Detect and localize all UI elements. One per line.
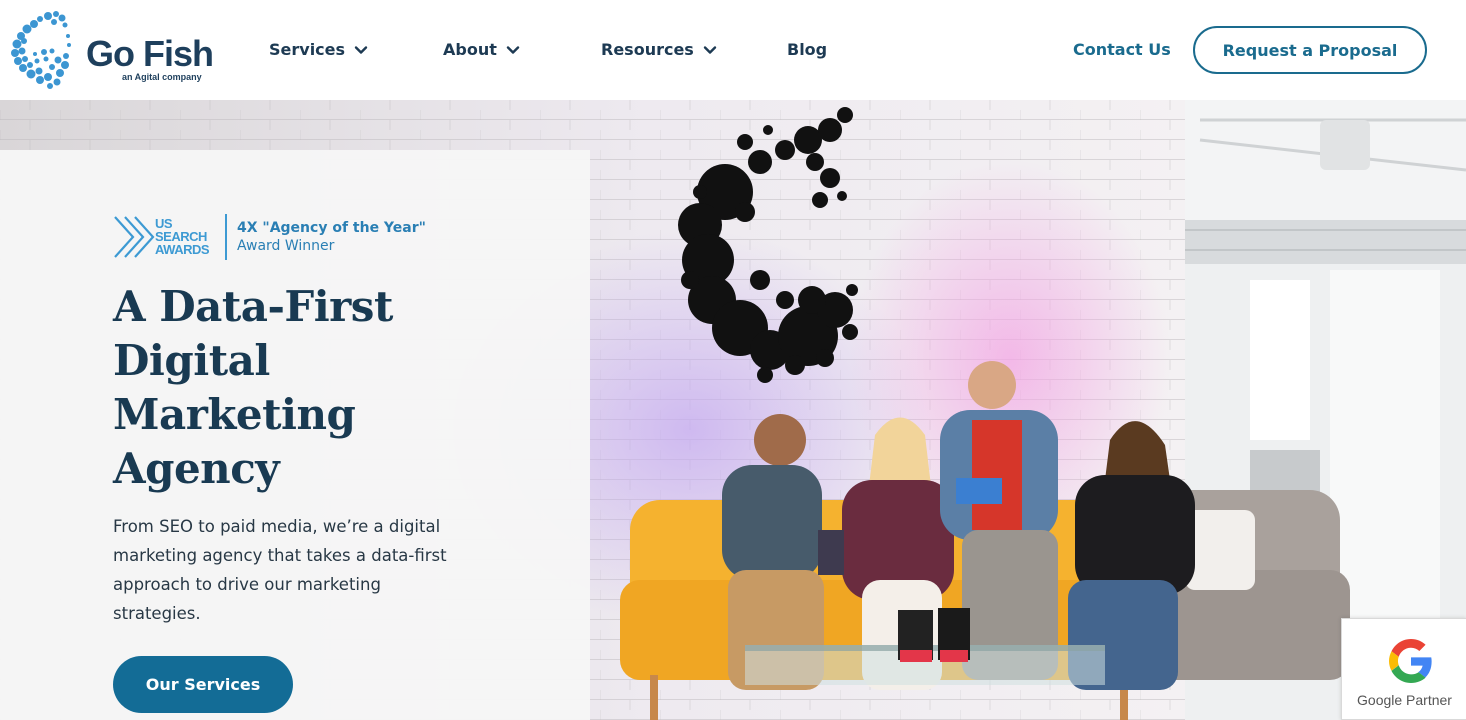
award-subtitle: Award Winner	[237, 238, 335, 254]
hero-subtext: From SEO to paid media, we’re a digital …	[113, 517, 447, 623]
google-partner-label: Google Partner	[1357, 692, 1452, 708]
chevron-down-icon	[506, 43, 520, 57]
site-header: Go Fish an Agital company Services About…	[0, 0, 1466, 100]
us-search-awards-badge: US SEARCH AWARDS 4X "Agency of the Year"…	[113, 213, 426, 261]
logo-subtitle: an Agital company	[122, 72, 202, 82]
award-title: 4X "Agency of the Year"	[237, 220, 426, 236]
chevron-down-icon	[703, 43, 717, 57]
headline-line: Agency	[113, 444, 280, 493]
contact-us-link[interactable]: Contact Us	[1073, 38, 1171, 62]
nav-resources-label: Resources	[601, 40, 694, 59]
logo-wordmark: Go Fish	[86, 33, 214, 74]
nav-about-label: About	[443, 40, 497, 59]
go-fish-logo[interactable]: Go Fish an Agital company	[10, 10, 220, 90]
go-fish-logo-icon	[11, 11, 71, 89]
nav-blog-label: Blog	[787, 40, 828, 59]
us-search-awards-logo: US SEARCH AWARDS	[113, 213, 215, 261]
nav-services[interactable]: Services	[269, 38, 368, 62]
request-proposal-button[interactable]: Request a Proposal	[1193, 26, 1427, 74]
nav-resources[interactable]: Resources	[601, 38, 717, 62]
nav-services-label: Services	[269, 40, 346, 59]
nav-about[interactable]: About	[443, 38, 520, 62]
google-g-icon	[1389, 639, 1432, 683]
nav-blog[interactable]: Blog	[787, 38, 827, 62]
chevron-down-icon	[354, 43, 368, 57]
hero-headline: A Data-First Digital Marketing Agency	[113, 280, 553, 496]
us-search-awards-text: US SEARCH AWARDS	[155, 216, 210, 257]
headline-line: Digital	[113, 336, 270, 385]
award-divider	[225, 214, 227, 260]
google-partner-badge[interactable]: Google Partner	[1341, 618, 1466, 720]
hero-section: US SEARCH AWARDS 4X "Agency of the Year"…	[0, 100, 1466, 720]
award-text: 4X "Agency of the Year" Award Winner	[237, 219, 426, 255]
headline-line: Marketing	[113, 390, 356, 439]
our-services-button[interactable]: Our Services	[113, 656, 293, 713]
headline-line: A Data-First	[113, 282, 393, 331]
chevron-arrows-icon	[114, 216, 155, 258]
